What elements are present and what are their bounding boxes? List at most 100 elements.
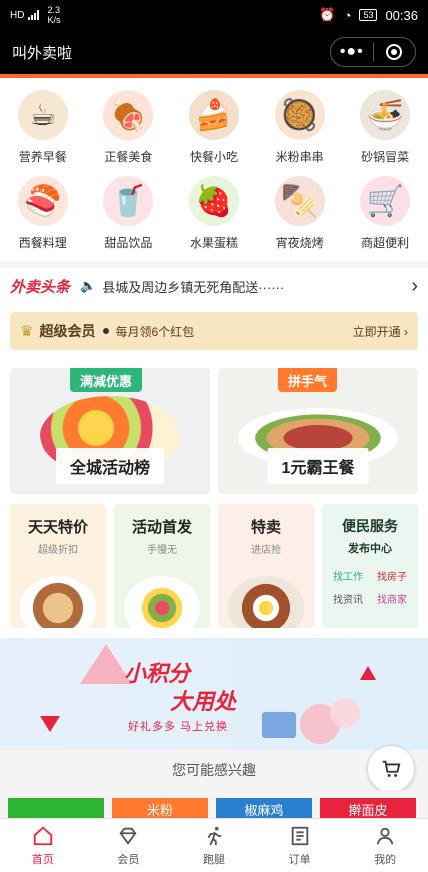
nav-label: 我的 xyxy=(374,853,397,866)
category-fruit[interactable]: 🍓 水果蛋糕 xyxy=(171,172,257,258)
salad-image xyxy=(124,576,200,628)
card-subtitle: 超级折扣 xyxy=(38,545,78,556)
category-meals[interactable]: 🍖 正餐美食 xyxy=(86,86,172,172)
chevron-right-icon[interactable]: › xyxy=(411,275,418,298)
speaker-icon: 🔈 xyxy=(80,278,97,293)
user-icon xyxy=(376,827,394,844)
promo-tag: 拼手气 xyxy=(278,368,338,392)
clock: 00:36 xyxy=(385,7,418,23)
promo-caption: 1元霸王餐 xyxy=(267,448,369,484)
promo-card-ranking[interactable]: 满减优惠 全城活动榜 xyxy=(10,368,210,494)
order-icon xyxy=(291,826,308,845)
target-icon xyxy=(386,44,403,60)
headline-logo: 外卖头条 xyxy=(10,278,71,296)
nav-errand[interactable]: 跑腿 xyxy=(171,819,257,872)
card-subtitle: 进店抢 xyxy=(251,545,281,556)
category-label: 米粉串串 xyxy=(275,150,324,164)
category-tab-2[interactable]: 米粉 xyxy=(112,798,208,820)
floating-cart-button[interactable] xyxy=(368,746,414,792)
link-find-job[interactable]: 找工作 xyxy=(328,568,368,583)
card-daily-deals[interactable]: 天天特价 超级折扣 xyxy=(10,504,106,628)
battery-indicator: 53 xyxy=(359,9,378,21)
category-label: 水果蛋糕 xyxy=(189,236,238,250)
promo-tag: 满减优惠 xyxy=(70,368,143,392)
nav-label: 首页 xyxy=(31,853,54,866)
category-tabs: 米粉 椒麻鸡 擀面皮 xyxy=(0,790,428,820)
vip-open-button[interactable]: 立即开通 › xyxy=(353,323,408,340)
network-speed: 2.3 K/s xyxy=(47,5,60,25)
sushi-icon: 🍣 xyxy=(17,176,68,226)
category-label: 甜品饮品 xyxy=(104,236,153,250)
page-title: 叫外卖啦 xyxy=(12,44,73,62)
category-label: 正餐美食 xyxy=(104,150,153,164)
service-links: 找工作 找房子 找资讯 找商家 xyxy=(328,568,412,606)
card-title: 便民服务 xyxy=(342,518,398,534)
bottom-nav: 首页 会员 跑腿 订单 我的 xyxy=(0,818,428,872)
network-speed-value: 2.3 xyxy=(47,5,60,15)
category-label: 营养早餐 xyxy=(18,150,67,164)
category-label: 快餐小吃 xyxy=(189,150,238,164)
nav-member[interactable]: 会员 xyxy=(86,819,172,872)
vip-membership-bar[interactable]: ♛ 超级会员 每月领6个红包 立即开通 › xyxy=(10,312,418,350)
crown-icon: ♛ xyxy=(20,323,34,340)
nav-profile[interactable]: 我的 xyxy=(342,819,428,872)
card-title: 天天特价 xyxy=(27,519,88,536)
cart-icon xyxy=(382,760,401,777)
points-banner[interactable]: 小积分 大用处 好礼多多 马上兑换 xyxy=(0,638,428,750)
card-launch-events[interactable]: 活动首发 手慢无 xyxy=(114,504,210,628)
news-headline[interactable]: 外卖头条 🔈 县城及周边乡镇无死角配送······ › xyxy=(0,262,428,304)
fastfood-icon: 🍰 xyxy=(188,90,239,140)
runner-icon xyxy=(207,826,222,846)
category-tab-1[interactable] xyxy=(8,798,104,820)
close-mini-program-button[interactable] xyxy=(373,44,415,60)
nav-label: 会员 xyxy=(117,853,140,866)
home-icon xyxy=(33,826,52,845)
card-subtitle: 发布中心 xyxy=(348,543,392,555)
category-drinks[interactable]: 🥤 甜品饮品 xyxy=(86,172,172,258)
category-tab-4[interactable]: 擀面皮 xyxy=(320,798,416,820)
link-find-house[interactable]: 找房子 xyxy=(372,568,412,583)
category-bbq[interactable]: 🍢 宵夜烧烤 xyxy=(257,172,343,258)
network-speed-unit: K/s xyxy=(47,15,61,25)
bullet-dot xyxy=(103,328,110,334)
interest-section-title: 您可能感兴趣 xyxy=(0,750,428,790)
category-label: 西餐料理 xyxy=(18,236,67,250)
alarm-icon: ⏰ xyxy=(319,7,336,22)
nav-home[interactable]: 首页 xyxy=(0,819,86,872)
category-supermarket[interactable]: 🛒 商超便利 xyxy=(342,172,428,258)
diamond-icon xyxy=(119,827,137,845)
link-find-news[interactable]: 找资讯 xyxy=(328,591,368,606)
headline-text: 县城及周边乡镇无死角配送······ xyxy=(102,279,285,295)
card-flash-sale[interactable]: 特卖 进店抢 xyxy=(218,504,314,628)
bread-icon: ☕ xyxy=(17,90,68,140)
vip-name: 超级会员 xyxy=(39,323,96,339)
category-label: 砂锅冒菜 xyxy=(361,150,410,164)
pot-icon: 🍜 xyxy=(360,90,411,140)
gift-box-decor xyxy=(262,712,296,738)
nav-orders[interactable]: 订单 xyxy=(257,819,343,872)
category-tab-3[interactable]: 椒麻鸡 xyxy=(216,798,312,820)
category-western[interactable]: 🍣 西餐料理 xyxy=(0,172,86,258)
banner-subtitle: 好礼多多 马上兑换 xyxy=(128,721,229,733)
dish-icon: 🍖 xyxy=(103,90,154,140)
category-hotpot[interactable]: 🍜 砂锅冒菜 xyxy=(342,86,428,172)
fruit-icon: 🍓 xyxy=(188,176,239,226)
signal-icon xyxy=(28,10,40,20)
bbq-icon: 🍢 xyxy=(274,176,325,226)
drink-icon: 🥤 xyxy=(103,176,154,226)
link-find-shop[interactable]: 找商家 xyxy=(372,591,412,606)
promo-card-free-meal[interactable]: 拼手气 1元霸王餐 xyxy=(218,368,418,494)
category-snacks[interactable]: 🍰 快餐小吃 xyxy=(171,86,257,172)
category-breakfast[interactable]: ☕ 营养早餐 xyxy=(0,86,86,172)
decor-triangle xyxy=(40,716,60,732)
category-label: 宵夜烧烤 xyxy=(275,236,324,250)
more-menu-icon[interactable]: •●• xyxy=(331,43,373,61)
promo-caption: 全城活动榜 xyxy=(55,448,165,484)
balloon-decor xyxy=(330,698,360,728)
category-label: 商超便利 xyxy=(361,236,410,250)
category-grid: ☕ 营养早餐 🍖 正餐美食 🍰 快餐小吃 🥘 米粉串串 🍜 砂锅冒菜 🍣 西餐料… xyxy=(0,78,428,258)
card-title: 活动首发 xyxy=(131,519,192,536)
card-convenience-services[interactable]: 便民服务 发布中心 找工作 找房子 找资讯 找商家 xyxy=(322,504,418,628)
category-noodles[interactable]: 🥘 米粉串串 xyxy=(257,86,343,172)
cart-icon: 🛒 xyxy=(360,176,411,226)
